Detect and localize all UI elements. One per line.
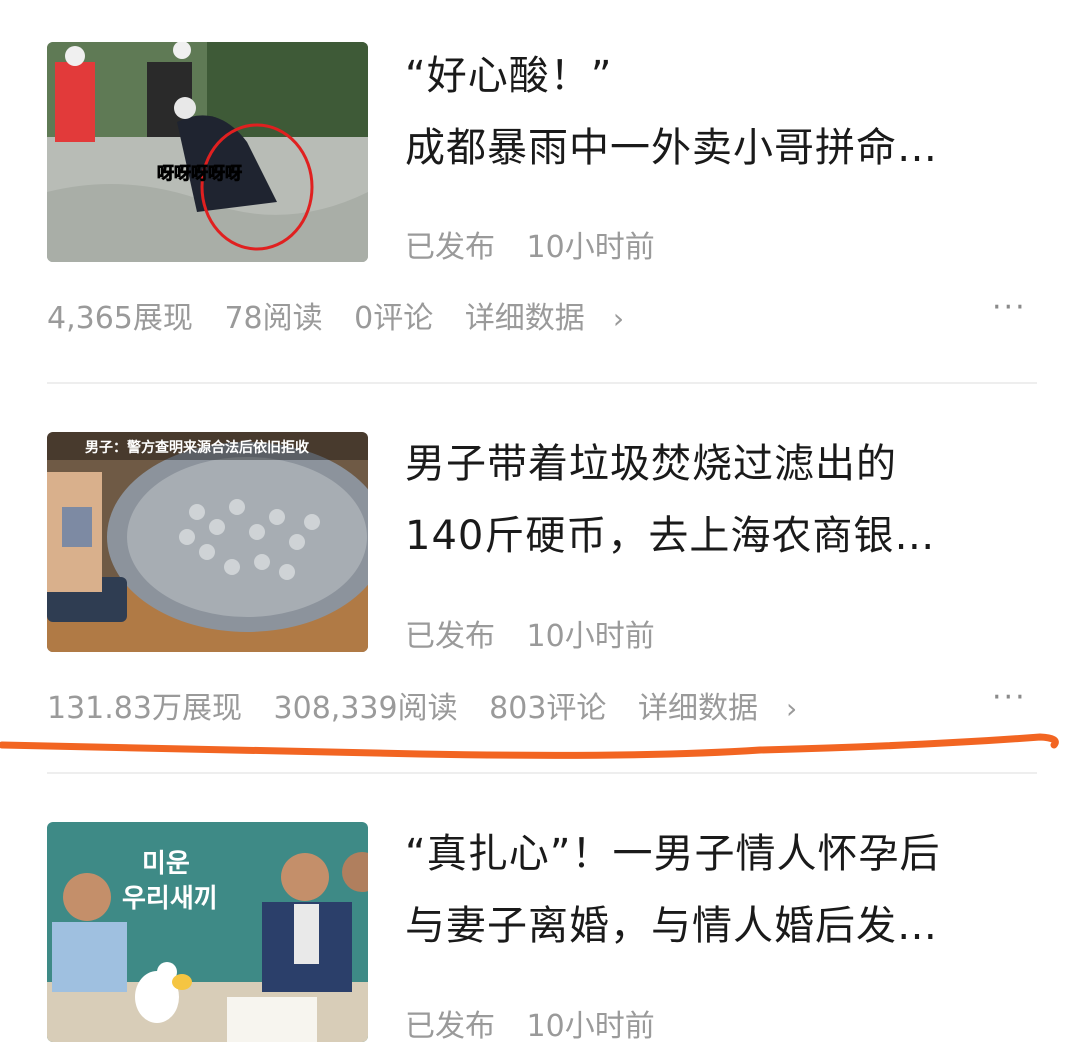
divider [47, 772, 1037, 774]
stats-row: 4,365展现 78阅读 0评论 详细数据 › [47, 293, 668, 337]
highlight-underline [0, 733, 1059, 759]
publish-time: 10小时前 [526, 230, 655, 265]
title-line: 成都暴雨中一外卖小哥拼命… [405, 125, 938, 171]
chevron-right-icon: › [612, 302, 625, 335]
thumb-caption: 呀呀呀呀呀 [157, 164, 242, 184]
publish-time: 10小时前 [526, 619, 655, 654]
more-dots-icon[interactable]: ··· [992, 290, 1027, 325]
title-line: “真扎心”！一男子情人怀孕后 [405, 831, 941, 877]
thumb-caption-line-1: 미운 [142, 849, 190, 879]
details-link[interactable]: 详细数据 › [465, 301, 646, 336]
article-title[interactable]: 男子带着垃圾焚烧过滤出的 140斤硬币，去上海农商银… [405, 428, 1045, 572]
status-label: 已发布 [405, 619, 495, 654]
article-title[interactable]: “真扎心”！一男子情人怀孕后 与妻子离婚，与情人婚后发… [405, 818, 1045, 962]
title-line: “好心酸！” [405, 53, 613, 99]
impressions-count: 4,365展现 [47, 301, 193, 336]
title-line: 男子带着垃圾焚烧过滤出的 [405, 441, 897, 487]
publish-meta: 已发布 10小时前 [405, 222, 677, 266]
divider [47, 382, 1037, 384]
comments-count: 0评论 [354, 301, 434, 336]
status-label: 已发布 [405, 230, 495, 265]
details-label: 详细数据 [464, 301, 585, 336]
publish-meta: 已发布 10小时前 [405, 611, 677, 655]
article-thumbnail[interactable]: 미운 우리새끼 [47, 822, 368, 1042]
publish-meta: 已发布 10小时前 [405, 1001, 677, 1045]
thumb-caption: 男子：警方查明来源合法后依旧拒收 [85, 439, 310, 456]
thumb-caption-line-2: 우리새끼 [122, 884, 218, 914]
status-label: 已发布 [405, 1009, 495, 1044]
article-title[interactable]: “好心酸！” 成都暴雨中一外卖小哥拼命… [405, 40, 1045, 184]
more-dots-icon[interactable]: ··· [992, 680, 1027, 715]
reads-count: 78阅读 [224, 301, 323, 336]
publish-time: 10小时前 [526, 1009, 655, 1044]
title-line: 140斤硬币，去上海农商银… [405, 513, 936, 559]
article-thumbnail[interactable]: 呀呀呀呀呀 [47, 42, 368, 262]
title-line: 与妻子离婚，与情人婚后发… [405, 903, 938, 949]
article-thumbnail[interactable]: 男子：警方查明来源合法后依旧拒收 [47, 432, 368, 652]
